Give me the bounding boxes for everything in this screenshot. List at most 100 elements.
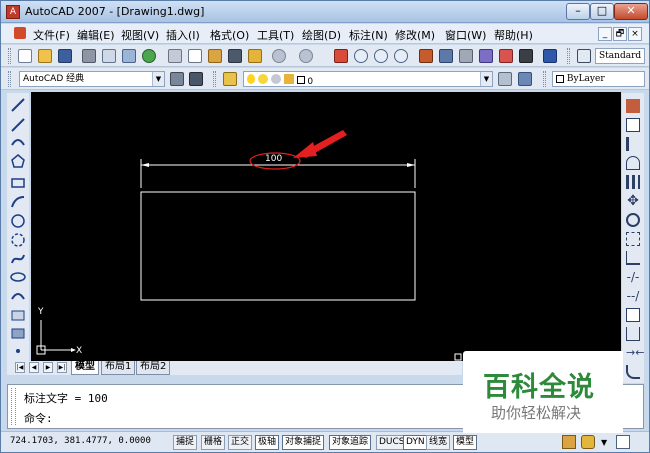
array-icon[interactable] xyxy=(626,175,640,189)
menu-view[interactable]: 视图(V) xyxy=(121,27,159,43)
layer-previous-icon[interactable] xyxy=(518,72,532,86)
zoom-window-icon[interactable] xyxy=(374,49,388,63)
maximize-button[interactable]: □ xyxy=(590,3,614,20)
grid-toggle[interactable]: 栅格 xyxy=(201,435,226,450)
toolbar-grip[interactable] xyxy=(8,71,11,87)
object-track-toggle[interactable]: 对象追踪 xyxy=(329,435,372,450)
mdi-restore-button[interactable]: 🗗 xyxy=(613,27,627,41)
properties-icon[interactable] xyxy=(419,49,433,63)
drawing-canvas[interactable]: 100 Y X xyxy=(31,92,621,361)
chevron-down-icon[interactable]: ▼ xyxy=(601,438,607,447)
extend-icon[interactable]: --/ xyxy=(626,289,640,303)
menu-edit[interactable]: 编辑(E) xyxy=(77,27,115,43)
rectangle-icon[interactable] xyxy=(11,178,25,188)
chevron-down-icon[interactable]: ▼ xyxy=(152,72,164,86)
coordinate-readout[interactable]: 724.1703, 381.4777, 0.0000 xyxy=(10,436,151,446)
stretch-icon[interactable] xyxy=(626,251,640,265)
publish-icon[interactable] xyxy=(122,49,136,63)
model-toggle[interactable]: 模型 xyxy=(453,435,478,450)
calculator-icon[interactable] xyxy=(519,49,533,63)
menu-dimension[interactable]: 标注(N) xyxy=(349,27,388,43)
print-icon[interactable] xyxy=(82,49,96,63)
revision-cloud-icon[interactable] xyxy=(11,233,25,247)
command-grip[interactable] xyxy=(11,388,16,425)
spline-icon[interactable] xyxy=(11,254,25,264)
text-style-select[interactable]: Standard xyxy=(595,48,645,64)
new-file-icon[interactable] xyxy=(18,49,32,63)
fillet-icon[interactable] xyxy=(626,365,640,379)
autocad-app-icon[interactable]: A xyxy=(6,5,20,19)
ellipse-icon[interactable] xyxy=(10,272,26,282)
make-layer-current-icon[interactable] xyxy=(498,72,512,86)
dyn-toggle[interactable]: DYN xyxy=(403,435,428,450)
circle-icon[interactable] xyxy=(11,214,25,228)
mdi-close-button[interactable]: × xyxy=(628,27,642,41)
toolbar-lock-icon[interactable] xyxy=(581,435,595,449)
next-tab-button[interactable]: ▶ xyxy=(43,362,53,373)
mirror-icon[interactable] xyxy=(626,137,640,151)
workspace-settings-icon[interactable] xyxy=(170,72,184,86)
menu-tools[interactable]: 工具(T) xyxy=(257,27,294,43)
layer-select[interactable]: 0 ▼ xyxy=(243,71,493,87)
arc-icon[interactable] xyxy=(11,196,25,208)
cut-icon[interactable] xyxy=(168,49,182,63)
snap-toggle[interactable]: 捕捉 xyxy=(173,435,198,450)
sheet-set-icon[interactable] xyxy=(479,49,493,63)
3d-dwf-icon[interactable] xyxy=(142,49,156,63)
menu-insert[interactable]: 插入(I) xyxy=(166,27,200,43)
block-editor-icon[interactable] xyxy=(248,49,262,63)
copy-object-icon[interactable] xyxy=(626,118,640,132)
save-icon[interactable] xyxy=(58,49,72,63)
my-workspace-icon[interactable] xyxy=(189,72,203,86)
tool-palettes-icon[interactable] xyxy=(459,49,473,63)
markup-set-icon[interactable] xyxy=(499,49,513,63)
ortho-toggle[interactable]: 正交 xyxy=(228,435,253,450)
toolbar-grip[interactable] xyxy=(213,71,216,87)
print-preview-icon[interactable] xyxy=(102,49,116,63)
menu-draw[interactable]: 绘图(D) xyxy=(302,27,341,43)
close-button[interactable]: ✕ xyxy=(614,3,648,20)
copy-icon[interactable] xyxy=(188,49,202,63)
offset-icon[interactable] xyxy=(626,156,640,170)
menu-format[interactable]: 格式(O) xyxy=(210,27,249,43)
prev-tab-button[interactable]: ◀ xyxy=(29,362,39,373)
redo-icon[interactable] xyxy=(299,49,313,63)
zoom-realtime-icon[interactable] xyxy=(354,49,368,63)
command-prompt[interactable]: 命令: xyxy=(24,410,53,426)
lineweight-toggle[interactable]: 线宽 xyxy=(426,435,451,450)
tab-layout1[interactable]: 布局1 xyxy=(101,361,136,375)
text-style-icon[interactable] xyxy=(577,49,591,63)
grip-square[interactable] xyxy=(454,353,462,361)
dimension-text[interactable]: 100 xyxy=(265,154,282,164)
tab-layout2[interactable]: 布局2 xyxy=(136,361,171,375)
title-bar[interactable]: A AutoCAD 2007 - [Drawing1.dwg] – □ ✕ xyxy=(1,1,649,23)
color-select[interactable]: ByLayer xyxy=(552,71,645,87)
erase-icon[interactable] xyxy=(626,99,640,113)
menu-file[interactable]: 文件(F) xyxy=(33,27,70,43)
join-icon[interactable] xyxy=(626,327,640,341)
zoom-previous-icon[interactable] xyxy=(394,49,408,63)
rectangle-shape[interactable] xyxy=(140,191,416,301)
insert-block-icon[interactable] xyxy=(11,310,25,321)
break-icon[interactable] xyxy=(626,308,640,322)
toolbar-grip[interactable] xyxy=(543,71,546,87)
polygon-icon[interactable] xyxy=(11,154,25,168)
mdi-minimize-button[interactable]: _ xyxy=(598,27,612,41)
layer-properties-icon[interactable] xyxy=(223,72,237,86)
scale-icon[interactable] xyxy=(626,232,640,246)
chamfer-icon[interactable]: →← xyxy=(626,346,644,360)
trim-icon[interactable]: -/- xyxy=(626,270,640,284)
menu-modify[interactable]: 修改(M) xyxy=(395,27,435,43)
construction-line-icon[interactable] xyxy=(11,118,25,132)
ellipse-arc-icon[interactable] xyxy=(11,293,25,300)
chevron-down-icon[interactable]: ▼ xyxy=(480,72,492,86)
last-tab-button[interactable]: ▶| xyxy=(57,362,67,373)
pan-realtime-icon[interactable] xyxy=(334,49,348,63)
clean-screen-icon[interactable] xyxy=(616,435,630,449)
workspace-select[interactable]: AutoCAD 经典 ▼ xyxy=(19,71,165,87)
move-icon[interactable]: ✥ xyxy=(626,194,640,208)
tab-model[interactable]: 模型 xyxy=(71,361,99,375)
make-block-icon[interactable] xyxy=(11,328,25,339)
line-icon[interactable] xyxy=(11,98,25,112)
polyline-icon[interactable] xyxy=(11,139,25,146)
